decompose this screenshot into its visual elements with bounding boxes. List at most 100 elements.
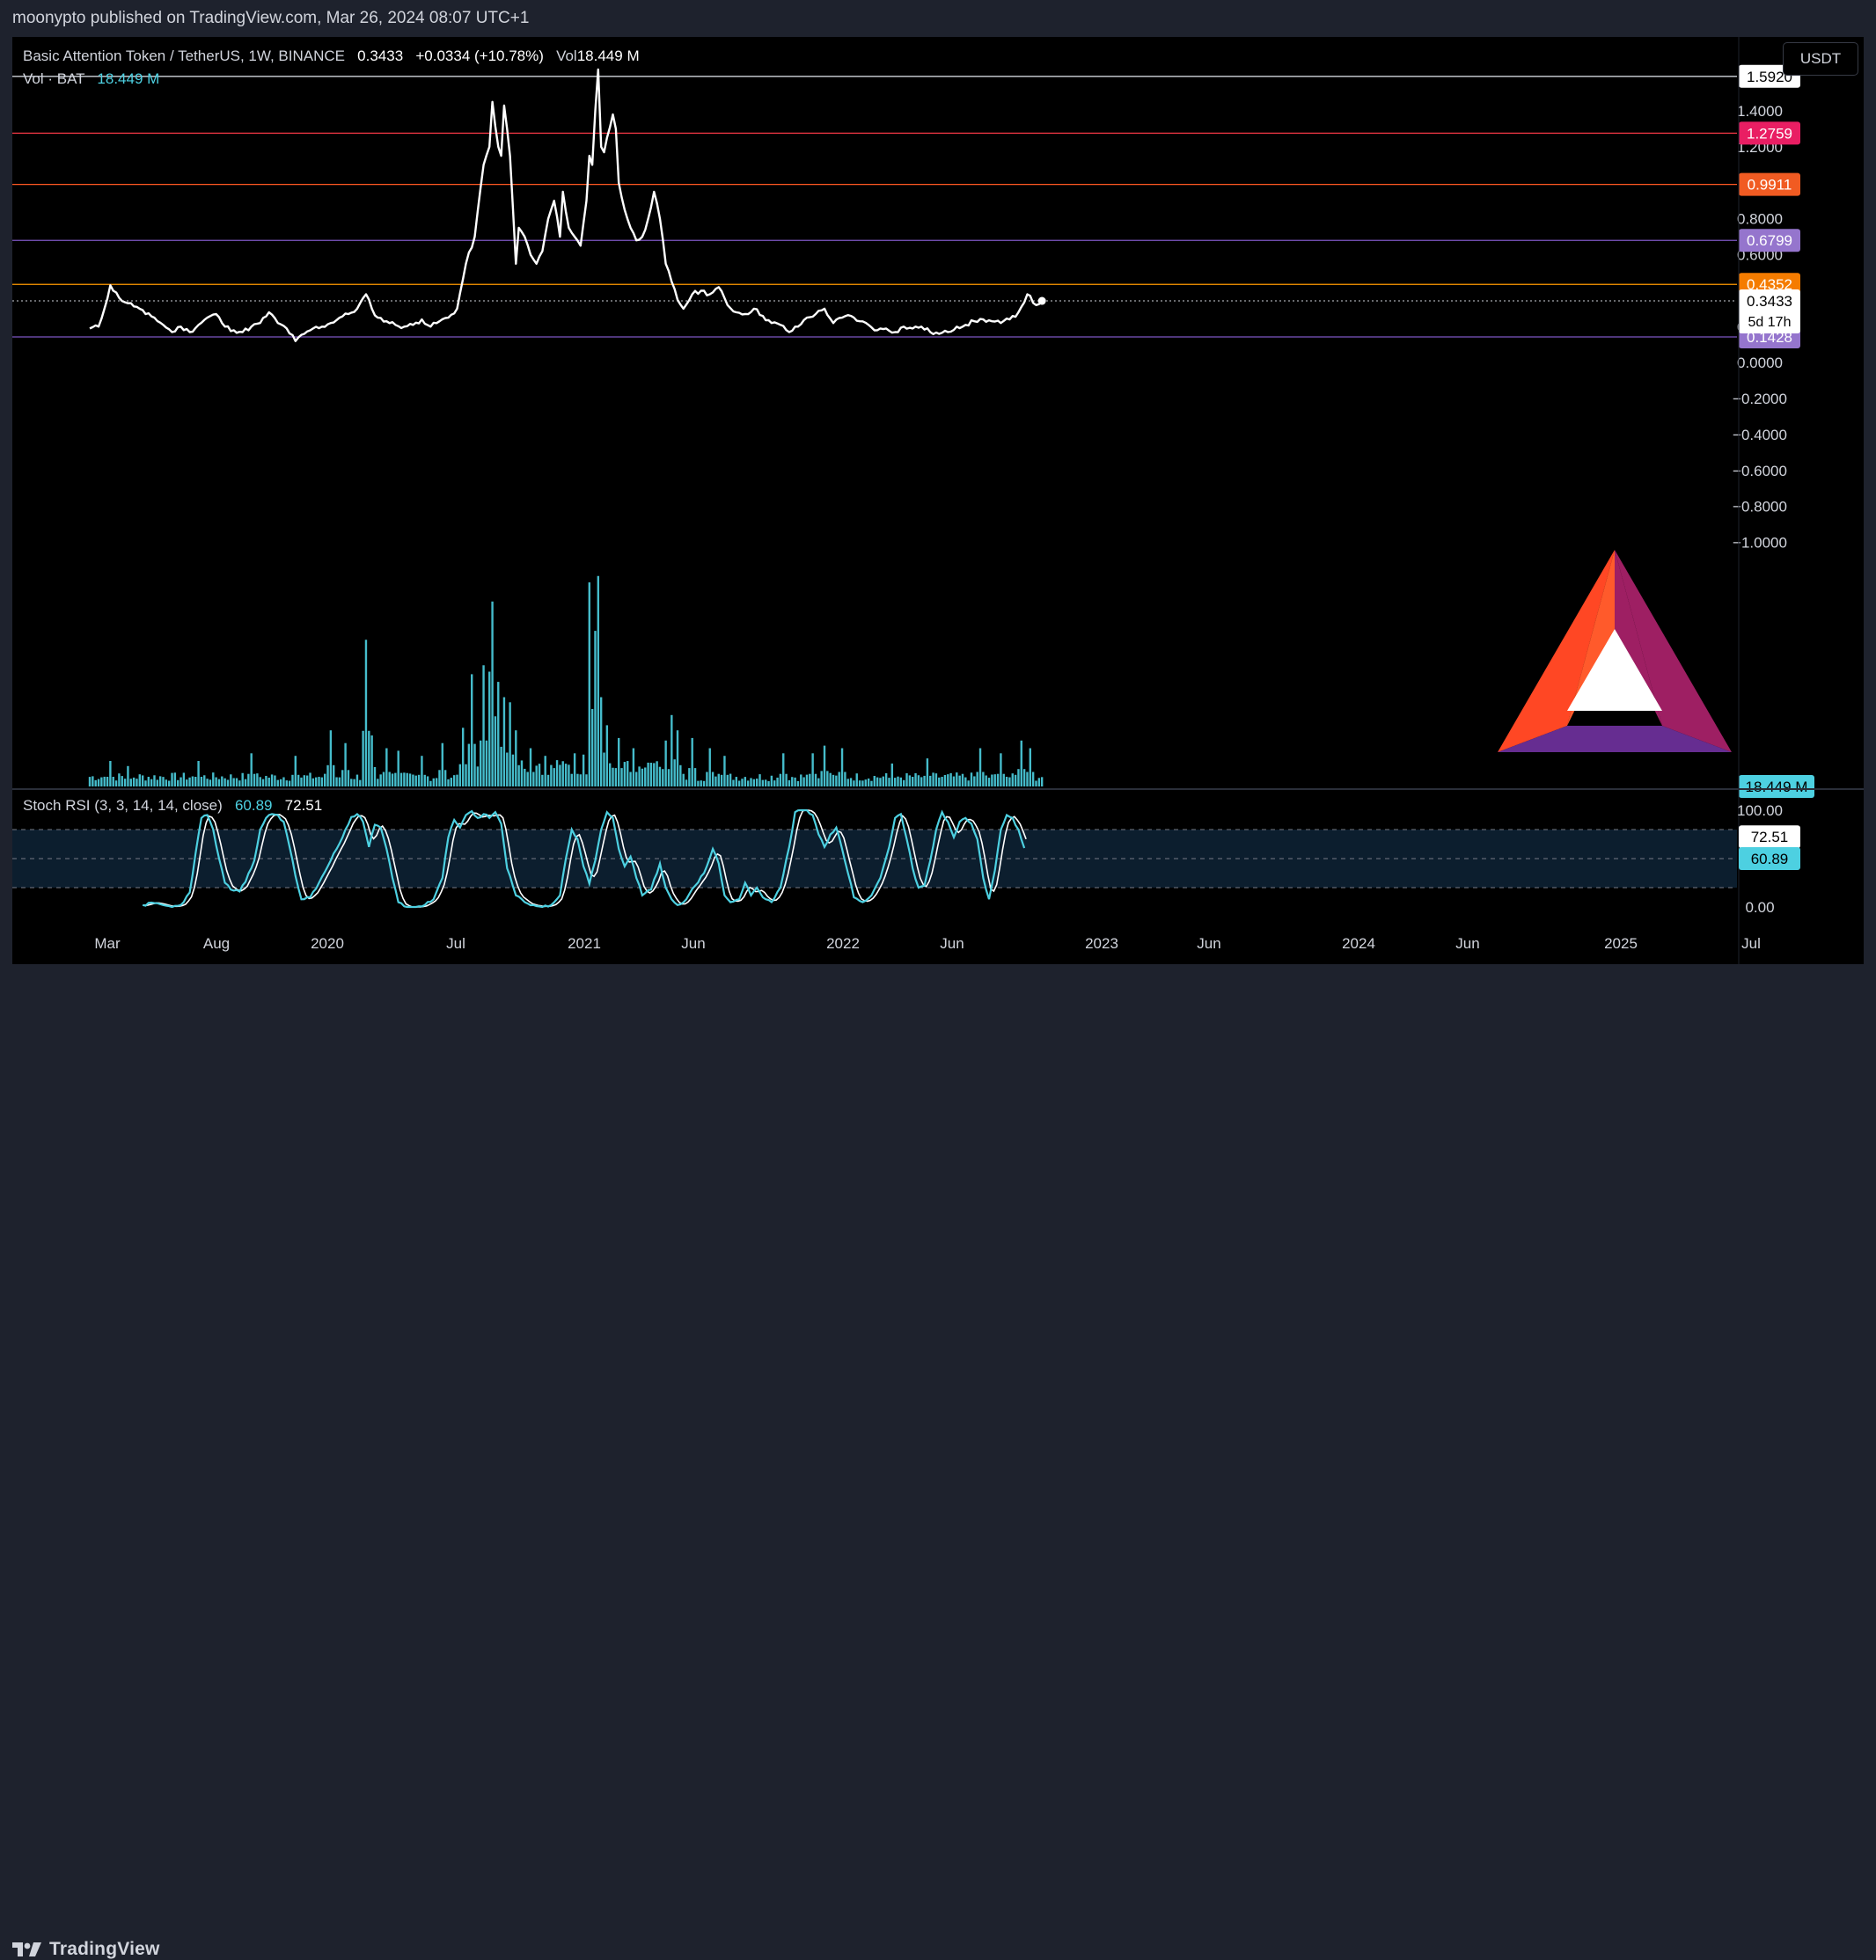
volume-bar — [682, 773, 685, 786]
volume-bar — [559, 764, 561, 786]
volume-bar — [333, 764, 335, 786]
volume-bar — [594, 631, 597, 786]
volume-bar — [726, 774, 729, 786]
volume-bar — [136, 779, 138, 786]
volume-bar — [1020, 740, 1022, 786]
volume-bar — [509, 702, 511, 786]
volume-bar — [729, 773, 732, 786]
volume-bar — [270, 774, 274, 786]
volume-bar — [282, 777, 285, 786]
volume-bar — [370, 735, 373, 786]
volume-bars — [88, 575, 1044, 786]
volume-bar — [941, 777, 943, 786]
volume-bar — [297, 774, 300, 786]
volume-bar — [344, 742, 347, 786]
volume-bar — [788, 779, 791, 786]
volume-bar — [391, 773, 394, 786]
volume-bar — [838, 772, 840, 786]
volume-bar — [256, 773, 259, 786]
volume-bar — [212, 772, 215, 786]
volume-bar — [97, 779, 100, 786]
x-tick-label: 2023 — [1085, 935, 1118, 952]
volume-bar — [864, 779, 867, 786]
volume-bar — [452, 775, 456, 786]
volume-bar — [241, 772, 244, 786]
volume-bar — [388, 772, 391, 786]
volume-bar — [500, 746, 502, 786]
volume-bar — [441, 742, 443, 786]
volume-bar — [853, 780, 855, 786]
volume-bar — [188, 777, 191, 786]
volume-bar — [656, 761, 658, 786]
chart-area[interactable]: 1.40001.20000.80000.60000.20000.0000−0.2… — [12, 37, 1864, 964]
volume-bar — [897, 776, 899, 786]
volume-bar — [585, 774, 588, 786]
volume-bar — [629, 772, 632, 786]
volume-bar — [982, 772, 985, 786]
volume-bar — [435, 778, 438, 786]
x-tick-label: 2025 — [1604, 935, 1638, 952]
volume-bar — [473, 743, 476, 786]
footer: TradingView — [0, 964, 1876, 1959]
currency-button[interactable]: USDT — [1783, 42, 1858, 76]
chart-canvas[interactable]: 1.40001.20000.80000.60000.20000.0000−0.2… — [12, 37, 1864, 964]
volume-bar — [471, 674, 473, 786]
volume-bar — [861, 780, 864, 786]
volume-bar — [741, 779, 744, 786]
volume-bar — [127, 765, 129, 786]
volume-bar — [858, 780, 861, 786]
volume-bar — [570, 773, 573, 786]
volume-bar — [758, 774, 761, 786]
volume-bar — [882, 776, 884, 786]
volume-bar — [118, 773, 121, 786]
volume-bar — [171, 772, 173, 786]
volume-bar — [929, 775, 932, 786]
volume-bar — [737, 780, 741, 786]
volume-bar — [276, 779, 279, 786]
volume-bar — [353, 779, 355, 786]
volume-bar — [538, 764, 541, 786]
tradingview-brand[interactable]: TradingView — [12, 1939, 160, 1960]
volume-bar — [967, 780, 970, 786]
volume-bar — [532, 772, 535, 786]
stoch-y-tick: 100.00 — [1737, 802, 1783, 819]
volume-bar — [544, 756, 546, 786]
volume-bar — [932, 772, 934, 786]
volume-bar — [667, 769, 671, 786]
horizontal-levels — [12, 76, 1737, 338]
x-tick-label: Jun — [1455, 935, 1479, 952]
volume-bar — [377, 779, 379, 786]
volume-bar — [1040, 777, 1044, 786]
stoch-d-label: 72.51 — [1751, 829, 1789, 845]
volume-bar — [232, 778, 235, 786]
volume-bar — [832, 774, 835, 786]
volume-bar — [109, 761, 112, 786]
volume-bar — [403, 772, 406, 786]
volume-bar — [717, 773, 720, 786]
volume-bar — [517, 764, 520, 786]
volume-bar — [177, 779, 180, 786]
volume-bar — [723, 756, 726, 786]
y-tick-label: −0.2000 — [1733, 391, 1787, 407]
volume-bar — [412, 774, 414, 786]
volume-bar — [364, 640, 368, 786]
level-label: 0.9911 — [1748, 177, 1792, 194]
volume-bar — [250, 753, 253, 786]
volume-bar — [414, 775, 417, 786]
volume-bar — [429, 780, 432, 786]
stoch-k-label: 60.89 — [1751, 851, 1789, 867]
volume-bar — [958, 775, 961, 786]
volume-bar — [720, 774, 723, 786]
volume-bar — [103, 776, 106, 786]
volume-bar — [467, 743, 471, 786]
volume-bar — [829, 772, 832, 786]
volume-bar — [1005, 776, 1008, 786]
volume-bar — [394, 772, 397, 786]
volume-bar — [326, 764, 329, 786]
volume-bar — [770, 775, 773, 786]
volume-bar — [267, 777, 270, 786]
stoch-k-value: 60.89 — [234, 797, 273, 814]
volume-bar — [526, 772, 529, 786]
volume-bar — [605, 725, 609, 786]
volume-bar — [805, 774, 809, 786]
